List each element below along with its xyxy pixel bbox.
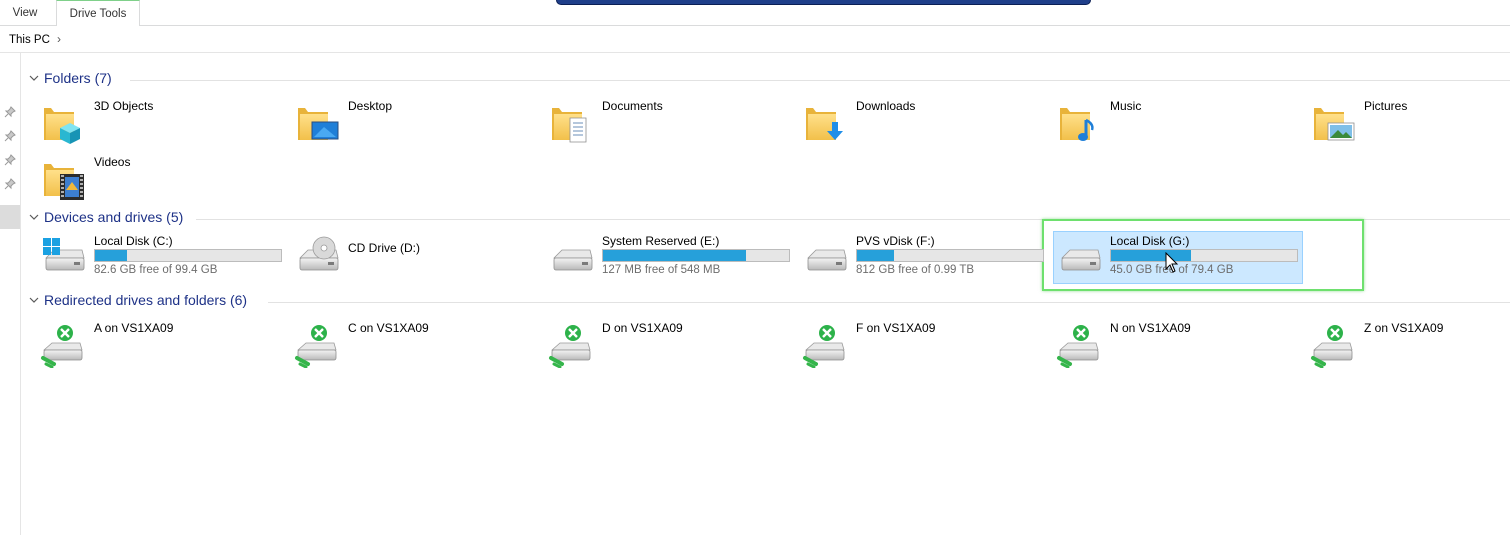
nav-selection-marker[interactable]	[0, 205, 20, 229]
network-drive-item-d[interactable]: D on VS1XA09	[548, 320, 788, 368]
group-divider	[268, 302, 1510, 303]
folder-item-music[interactable]: Music	[1056, 98, 1296, 146]
folder-item-downloads[interactable]: Downloads	[802, 98, 1042, 146]
item-label: CD Drive (D:)	[348, 241, 420, 255]
drive-free-space: 127 MB free of 548 MB	[602, 264, 721, 276]
group-title: Devices and drives (5)	[44, 209, 184, 225]
windows-drive-icon	[43, 238, 88, 280]
drive-usage-bar	[856, 249, 1044, 262]
folder-item-documents[interactable]: Documents	[548, 98, 788, 146]
tab-drive-tools[interactable]: Drive Tools	[56, 0, 140, 26]
group-header-folders[interactable]: Folders (7)	[28, 70, 1510, 90]
item-label: Videos	[94, 155, 131, 169]
item-label: N on VS1XA09	[1110, 321, 1191, 335]
usage-fill	[95, 250, 127, 261]
folder-3d-objects-icon	[40, 98, 80, 144]
item-label: Local Disk (C:)	[94, 234, 173, 248]
item-label: 3D Objects	[94, 99, 154, 113]
drive-free-space: 82.6 GB free of 99.4 GB	[94, 264, 218, 276]
folder-videos-icon	[40, 154, 84, 200]
item-label: Documents	[602, 99, 663, 113]
pin-icon[interactable]	[4, 154, 16, 166]
mouse-cursor-icon	[1165, 252, 1179, 273]
drive-item-f[interactable]: PVS vDisk (F:) 812 GB free of 0.99 TB	[802, 232, 1047, 280]
chevron-down-icon[interactable]	[28, 294, 40, 306]
item-label: Z on VS1XA09	[1364, 321, 1444, 335]
item-label: Downloads	[856, 99, 916, 113]
network-drive-item-a[interactable]: A on VS1XA09	[40, 320, 280, 368]
folder-item-desktop[interactable]: Desktop	[294, 98, 534, 146]
item-label: System Reserved (E:)	[602, 234, 720, 248]
cd-drive-icon	[294, 236, 342, 280]
item-label: C on VS1XA09	[348, 321, 429, 335]
breadcrumb-this-pc[interactable]: This PC	[9, 34, 50, 46]
chevron-down-icon[interactable]	[28, 72, 40, 84]
item-label: PVS vDisk (F:)	[856, 234, 935, 248]
network-drive-icon	[1056, 320, 1104, 368]
item-label: Music	[1110, 99, 1142, 113]
folder-documents-icon	[548, 98, 587, 143]
folder-music-icon	[1056, 98, 1094, 141]
chevron-right-icon[interactable]: ›	[57, 32, 61, 46]
folder-item-pictures[interactable]: Pictures	[1310, 98, 1500, 146]
folder-desktop-icon	[294, 98, 339, 146]
group-header-redirected-drives[interactable]: Redirected drives and folders (6)	[28, 292, 1510, 312]
usage-fill	[603, 250, 747, 261]
item-label: D on VS1XA09	[602, 321, 683, 335]
item-label: Pictures	[1364, 99, 1408, 113]
group-divider	[130, 80, 1510, 81]
item-label: A on VS1XA09	[94, 321, 174, 335]
drive-item-c[interactable]: Local Disk (C:) 82.6 GB free of 99.4 GB	[40, 232, 285, 280]
network-drive-item-f[interactable]: F on VS1XA09	[802, 320, 1042, 368]
drive-usage-bar	[94, 249, 282, 262]
network-drive-item-z[interactable]: Z on VS1XA09	[1310, 320, 1500, 368]
navigation-pane[interactable]	[0, 53, 21, 535]
hard-drive-icon	[548, 232, 596, 280]
pin-icon[interactable]	[4, 130, 16, 142]
network-drive-icon	[802, 320, 850, 368]
usage-fill	[857, 250, 895, 261]
address-bar[interactable]: This PC ›	[0, 26, 1510, 53]
drive-free-space: 812 GB free of 0.99 TB	[856, 264, 975, 276]
pin-icon[interactable]	[4, 178, 16, 190]
hard-drive-icon	[802, 232, 850, 280]
item-label: Desktop	[348, 99, 393, 113]
item-label: Local Disk (G:)	[1110, 234, 1190, 248]
folder-pictures-icon	[1310, 98, 1355, 141]
hard-drive-icon	[1056, 232, 1104, 280]
network-drive-icon	[40, 320, 88, 368]
folder-downloads-icon	[802, 98, 843, 140]
network-drive-icon	[294, 320, 342, 368]
network-drive-icon	[548, 320, 596, 368]
drive-usage-bar	[1110, 249, 1298, 262]
item-label: F on VS1XA09	[856, 321, 936, 335]
chevron-down-icon[interactable]	[28, 211, 40, 223]
window-title-strip	[556, 0, 1091, 5]
drive-usage-bar	[602, 249, 790, 262]
folder-item-videos[interactable]: Videos	[40, 154, 280, 202]
group-title: Redirected drives and folders (6)	[44, 292, 248, 308]
network-drive-icon	[1310, 320, 1358, 368]
group-title: Folders (7)	[44, 70, 112, 86]
ribbon: View Drive Tools	[0, 0, 1510, 26]
drive-item-d[interactable]: CD Drive (D:)	[294, 232, 539, 280]
pin-icon[interactable]	[4, 106, 16, 118]
network-drive-item-n[interactable]: N on VS1XA09	[1056, 320, 1296, 368]
network-drive-item-c[interactable]: C on VS1XA09	[294, 320, 534, 368]
tab-view[interactable]: View	[0, 0, 50, 25]
folder-item-3d-objects[interactable]: 3D Objects	[40, 98, 280, 146]
drive-item-e[interactable]: System Reserved (E:) 127 MB free of 548 …	[548, 232, 793, 280]
